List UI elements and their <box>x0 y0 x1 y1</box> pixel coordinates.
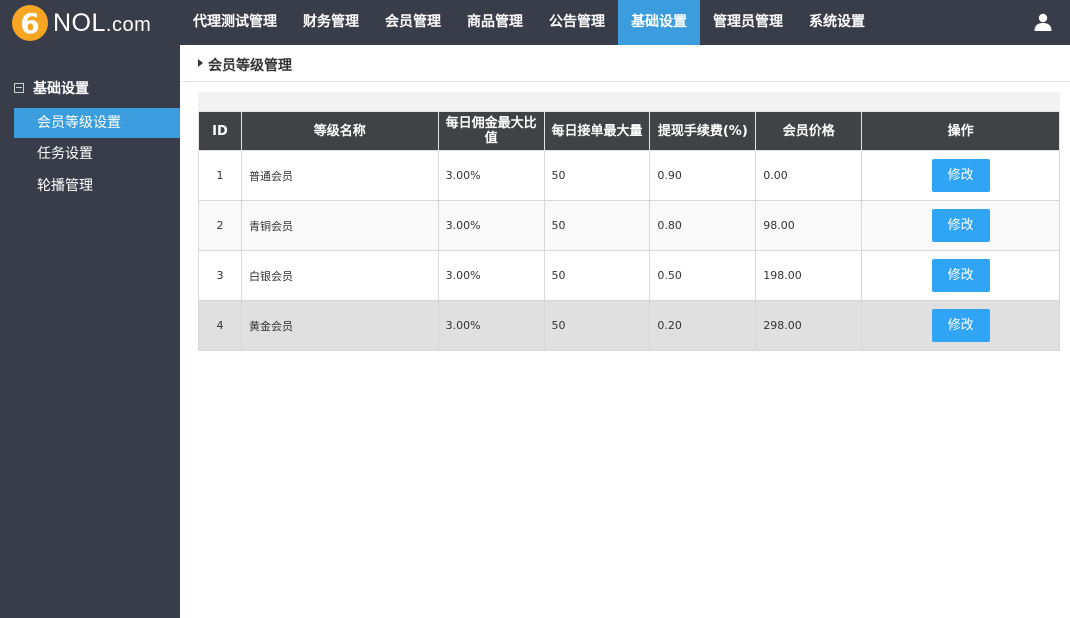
cell-withdraw-fee: 0.90 <box>649 150 757 201</box>
sidebar-item-tasks[interactable]: 任务设置 <box>14 139 180 169</box>
cell-actions: 修改 <box>861 250 1060 301</box>
cell-commission-ratio: 3.00% <box>437 250 545 301</box>
nav-item-members[interactable]: 会员管理 <box>372 0 454 45</box>
table-row: 1 普通会员 3.00% 50 0.90 0.00 修改 <box>198 150 1060 201</box>
cell-level-name: 普通会员 <box>240 150 439 201</box>
page-title: 会员等级管理 <box>208 58 292 74</box>
sidebar-group-basic-settings[interactable]: 基础设置 <box>14 79 89 97</box>
column-header-withdraw-fee: 提现手续费(%) <box>649 111 757 151</box>
sidebar-group-label: 基础设置 <box>33 81 89 97</box>
cell-max-orders: 50 <box>543 150 651 201</box>
cell-commission-ratio: 3.00% <box>437 300 545 351</box>
column-header-actions: 操作 <box>861 111 1060 151</box>
logo-badge: 6 <box>12 5 48 41</box>
nav-item-admins[interactable]: 管理员管理 <box>700 0 796 45</box>
caret-right-icon <box>198 59 203 67</box>
cell-id: 1 <box>198 150 242 201</box>
edit-button[interactable]: 修改 <box>931 309 990 342</box>
column-header-price: 会员价格 <box>755 111 863 151</box>
cell-price: 298.00 <box>755 300 863 351</box>
collapse-icon <box>14 83 24 93</box>
cell-withdraw-fee: 0.50 <box>649 250 757 301</box>
sidebar: 基础设置 会员等级设置 任务设置 轮播管理 <box>0 45 180 618</box>
logo-suffix: .com <box>105 13 152 36</box>
table-toolbar <box>198 92 1060 111</box>
sidebar-item-carousel[interactable]: 轮播管理 <box>14 171 180 201</box>
cell-price: 198.00 <box>755 250 863 301</box>
top-navbar: 6 NOL.com 代理测试管理 财务管理 会员管理 商品管理 公告管理 基础设… <box>0 0 1070 45</box>
table-header-row: ID 等级名称 每日佣金最大比值 每日接单最大量 提现手续费(%) 会员价格 操… <box>198 111 1060 151</box>
nav-item-agent-test[interactable]: 代理测试管理 <box>180 0 290 45</box>
nav-item-announcements[interactable]: 公告管理 <box>536 0 618 45</box>
main-content: 会员等级管理 ID 等级名称 每日佣金最大比值 每日接单最大量 提现手续费(%)… <box>180 45 1070 618</box>
cell-commission-ratio: 3.00% <box>437 200 545 251</box>
table-row: 2 青铜会员 3.00% 50 0.80 98.00 修改 <box>198 200 1060 251</box>
sidebar-item-member-levels[interactable]: 会员等级设置 <box>14 108 180 138</box>
user-icon[interactable] <box>1034 13 1052 31</box>
logo-text: NOL.com <box>53 9 151 38</box>
cell-max-orders: 50 <box>543 200 651 251</box>
nav-item-finance[interactable]: 财务管理 <box>290 0 372 45</box>
main-nav: 代理测试管理 财务管理 会员管理 商品管理 公告管理 基础设置 管理员管理 系统… <box>180 0 878 45</box>
logo-name: NOL <box>53 8 106 37</box>
nav-item-products[interactable]: 商品管理 <box>454 0 536 45</box>
cell-level-name: 白银会员 <box>240 250 439 301</box>
cell-withdraw-fee: 0.80 <box>649 200 757 251</box>
cell-max-orders: 50 <box>543 300 651 351</box>
cell-level-name: 青铜会员 <box>240 200 439 251</box>
cell-price: 0.00 <box>755 150 863 201</box>
cell-actions: 修改 <box>861 150 1060 201</box>
cell-commission-ratio: 3.00% <box>437 150 545 201</box>
edit-button[interactable]: 修改 <box>931 159 990 192</box>
column-header-level-name: 等级名称 <box>240 111 439 151</box>
cell-actions: 修改 <box>861 300 1060 351</box>
table-row: 4 黄金会员 3.00% 50 0.20 298.00 修改 <box>198 300 1060 351</box>
column-header-max-orders: 每日接单最大量 <box>543 111 651 151</box>
cell-price: 98.00 <box>755 200 863 251</box>
column-header-id: ID <box>198 111 242 151</box>
cell-actions: 修改 <box>861 200 1060 251</box>
table-row: 3 白银会员 3.00% 50 0.50 198.00 修改 <box>198 250 1060 301</box>
cell-id: 2 <box>198 200 242 251</box>
breadcrumb: 会员等级管理 <box>180 45 1070 82</box>
cell-id: 3 <box>198 250 242 301</box>
cell-max-orders: 50 <box>543 250 651 301</box>
edit-button[interactable]: 修改 <box>931 209 990 242</box>
member-level-table: ID 等级名称 每日佣金最大比值 每日接单最大量 提现手续费(%) 会员价格 操… <box>198 111 1060 351</box>
nav-item-system-settings[interactable]: 系统设置 <box>796 0 878 45</box>
edit-button[interactable]: 修改 <box>931 259 990 292</box>
cell-id: 4 <box>198 300 242 351</box>
column-header-commission-ratio: 每日佣金最大比值 <box>437 111 545 151</box>
cell-level-name: 黄金会员 <box>240 300 439 351</box>
cell-withdraw-fee: 0.20 <box>649 300 757 351</box>
logo[interactable]: 6 NOL.com <box>12 5 151 41</box>
nav-item-basic-settings[interactable]: 基础设置 <box>618 0 700 45</box>
